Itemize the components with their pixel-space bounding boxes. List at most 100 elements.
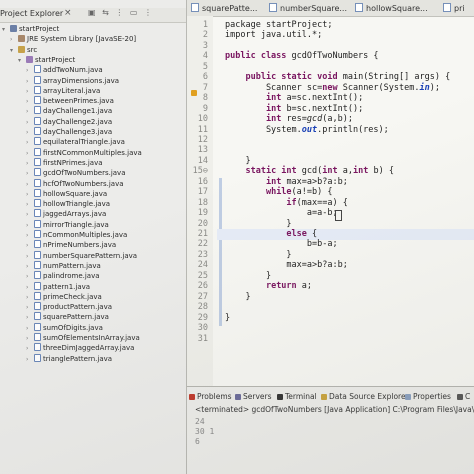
code-line[interactable]: int res=gcd(a,b); <box>225 114 353 124</box>
tab-problems[interactable]: Problems <box>189 391 232 403</box>
tab-label: Terminal <box>285 392 317 401</box>
code-line[interactable]: while(a!=b) { <box>225 187 333 197</box>
expand-arrow-icon[interactable]: ▾ <box>2 25 10 35</box>
tree-item-label: numberSquarePattern.java <box>43 251 138 260</box>
tree-item[interactable]: ▾ src <box>10 45 37 55</box>
explorer-toolbar-icons[interactable]: ▣ ⇆ ⋮ ▭ ⋮ <box>88 8 154 17</box>
code-line[interactable]: import java.util.*; <box>225 30 322 40</box>
expand-arrow-icon[interactable]: › <box>26 355 34 365</box>
code-token: gcd( <box>301 166 323 177</box>
tree-item[interactable]: › jaggedArrays.java <box>26 209 106 219</box>
editor-tab-label: hollowSquare... <box>366 4 428 13</box>
tree-item-label: squarePattern.java <box>43 313 109 322</box>
tree-item[interactable]: › JRE System Library [JavaSE-20] <box>10 34 136 44</box>
tab-terminal[interactable]: Terminal <box>277 391 317 403</box>
code-line[interactable]: public static void main(String[] args) { <box>225 72 450 82</box>
tree-item[interactable]: › squarePattern.java <box>26 312 109 322</box>
tree-item[interactable]: › hollowSquare.java <box>26 188 107 199</box>
code-line[interactable]: a=a-b; <box>225 208 338 218</box>
tree-item-label: firstNCommonMultiples.java <box>43 148 142 157</box>
tree-item[interactable]: › dayChallenge1.java <box>26 106 112 116</box>
editor-tab-label: numberSquare... <box>280 4 348 13</box>
tree-item[interactable]: › hollowTriangle.java <box>26 199 110 209</box>
code-line[interactable]: if(max==a) { <box>225 198 347 208</box>
code-line[interactable]: } <box>225 271 271 281</box>
java-file-icon <box>34 302 41 311</box>
tree-item[interactable]: › mirrorTriangle.java <box>26 219 109 230</box>
project-explorer-tab[interactable]: Project Explorer × ▣ ⇆ ⋮ ▭ ⋮ <box>0 8 186 23</box>
editor-tabbar: squarePatte... numberSquare... hollowSqu… <box>187 0 474 17</box>
tree-item[interactable]: ▾ startProject <box>18 55 75 65</box>
code-token: (a,b); <box>322 114 353 125</box>
code-line[interactable]: int a=sc.nextInt(); <box>225 93 363 103</box>
code-line[interactable]: b=b-a; <box>225 239 338 249</box>
tree-item[interactable]: › arrayLiteral.java <box>26 85 101 96</box>
editor-tab-squarepattern[interactable]: squarePatte... <box>191 2 257 15</box>
code-line[interactable]: } <box>225 156 250 166</box>
code-line[interactable]: Scanner sc=new Scanner(System.in); <box>225 83 440 93</box>
tree-item[interactable]: › productPattern.java <box>26 302 112 312</box>
properties-icon <box>405 394 411 400</box>
tree-item[interactable]: › threeDimJaggedArray.java <box>26 343 134 353</box>
tree-item[interactable]: › primeCheck.java <box>26 291 102 302</box>
tree-item[interactable]: › firstNCommonMultiples.java <box>26 147 142 158</box>
tree-item[interactable]: › gcdOfTwoNumbers.java <box>26 168 126 178</box>
code-line[interactable]: } <box>225 250 291 260</box>
code-line[interactable]: else { <box>225 229 317 239</box>
tree-item-label: hcfOfTwoNumbers.java <box>43 179 124 188</box>
tree-item[interactable]: ▾ startProject <box>2 24 59 34</box>
tab-console[interactable]: C <box>457 391 470 403</box>
tree-item[interactable]: › sumOfElementsInArray.java <box>26 333 140 343</box>
code-line[interactable]: package startProject; <box>225 20 332 30</box>
code-token: int <box>265 176 287 187</box>
code-line[interactable]: System.out.println(res); <box>225 125 389 135</box>
java-file-icon <box>34 116 41 125</box>
tab-data-source-explorer[interactable]: Data Source Explorer <box>321 391 409 403</box>
code-line[interactable]: max=a>b?a:b; <box>225 260 347 270</box>
tree-item[interactable]: › dayChallenge2.java <box>26 116 112 127</box>
tree-item[interactable]: › pattern1.java <box>26 281 90 292</box>
editor-tab-label: squarePatte... <box>202 4 258 13</box>
code-token: out <box>301 124 318 135</box>
tree-item[interactable]: › arrayDimensions.java <box>26 75 120 86</box>
tree-item[interactable]: › palindrome.java <box>26 271 100 281</box>
code-line[interactable]: } <box>225 219 291 229</box>
code-line[interactable]: } <box>225 313 230 323</box>
tree-item-label: arrayLiteral.java <box>43 86 101 95</box>
tab-servers[interactable]: Servers <box>235 391 272 403</box>
tree-item-label: arrayDimensions.java <box>43 76 120 85</box>
code-line[interactable]: int max=a>b?a:b; <box>225 177 348 187</box>
tree-item[interactable]: › trianglePattern.java <box>26 353 112 365</box>
tree-item[interactable]: › numberSquarePattern.java <box>26 250 138 261</box>
code-line[interactable]: public class gcdOfTwoNumbers { <box>225 51 379 61</box>
tree-item[interactable]: › hcfOfTwoNumbers.java <box>26 178 124 189</box>
code-line[interactable]: int b=sc.nextInt(); <box>225 104 363 114</box>
editor-tab-numbersquare[interactable]: numberSquare... <box>269 2 347 15</box>
tree-item[interactable]: › betweenPrimes.java <box>26 96 114 106</box>
servers-icon <box>235 394 241 400</box>
editor-tab-hollowsquare[interactable]: hollowSquare... <box>355 2 428 15</box>
tree-item[interactable]: › numPattern.java <box>26 260 101 271</box>
tree-item[interactable]: › firstNPrimes.java <box>26 157 103 168</box>
code-line[interactable]: return a; <box>225 281 312 291</box>
expand-arrow-icon[interactable]: ▾ <box>18 56 26 66</box>
tree-item[interactable]: › nCommonMultiples.java <box>26 230 127 240</box>
java-file-icon <box>34 188 41 197</box>
code-line[interactable]: static int gcd(int a,int b) { <box>225 166 393 177</box>
tree-item[interactable]: › nPrimeNumbers.java <box>26 240 116 250</box>
code-line[interactable]: } <box>225 292 250 302</box>
tab-properties[interactable]: Properties <box>405 391 451 403</box>
tree-item-label: betweenPrimes.java <box>43 97 114 106</box>
code-editor[interactable]: squarePatte... numberSquare... hollowSqu… <box>187 0 474 386</box>
tree-item[interactable]: › sumOfDigits.java <box>26 322 103 333</box>
line-number: 18 <box>197 197 208 208</box>
tree-item[interactable]: › addTwoNum.java <box>26 65 103 75</box>
expand-arrow-icon[interactable]: ▾ <box>10 46 18 56</box>
tree-item[interactable]: › dayChallenge3.java <box>26 127 112 137</box>
warning-icon[interactable] <box>191 90 197 96</box>
editor-tab-pri[interactable]: pri <box>443 2 465 15</box>
close-icon[interactable]: × <box>64 8 72 18</box>
tree-item[interactable]: › equilateralTriangle.java <box>26 137 125 147</box>
